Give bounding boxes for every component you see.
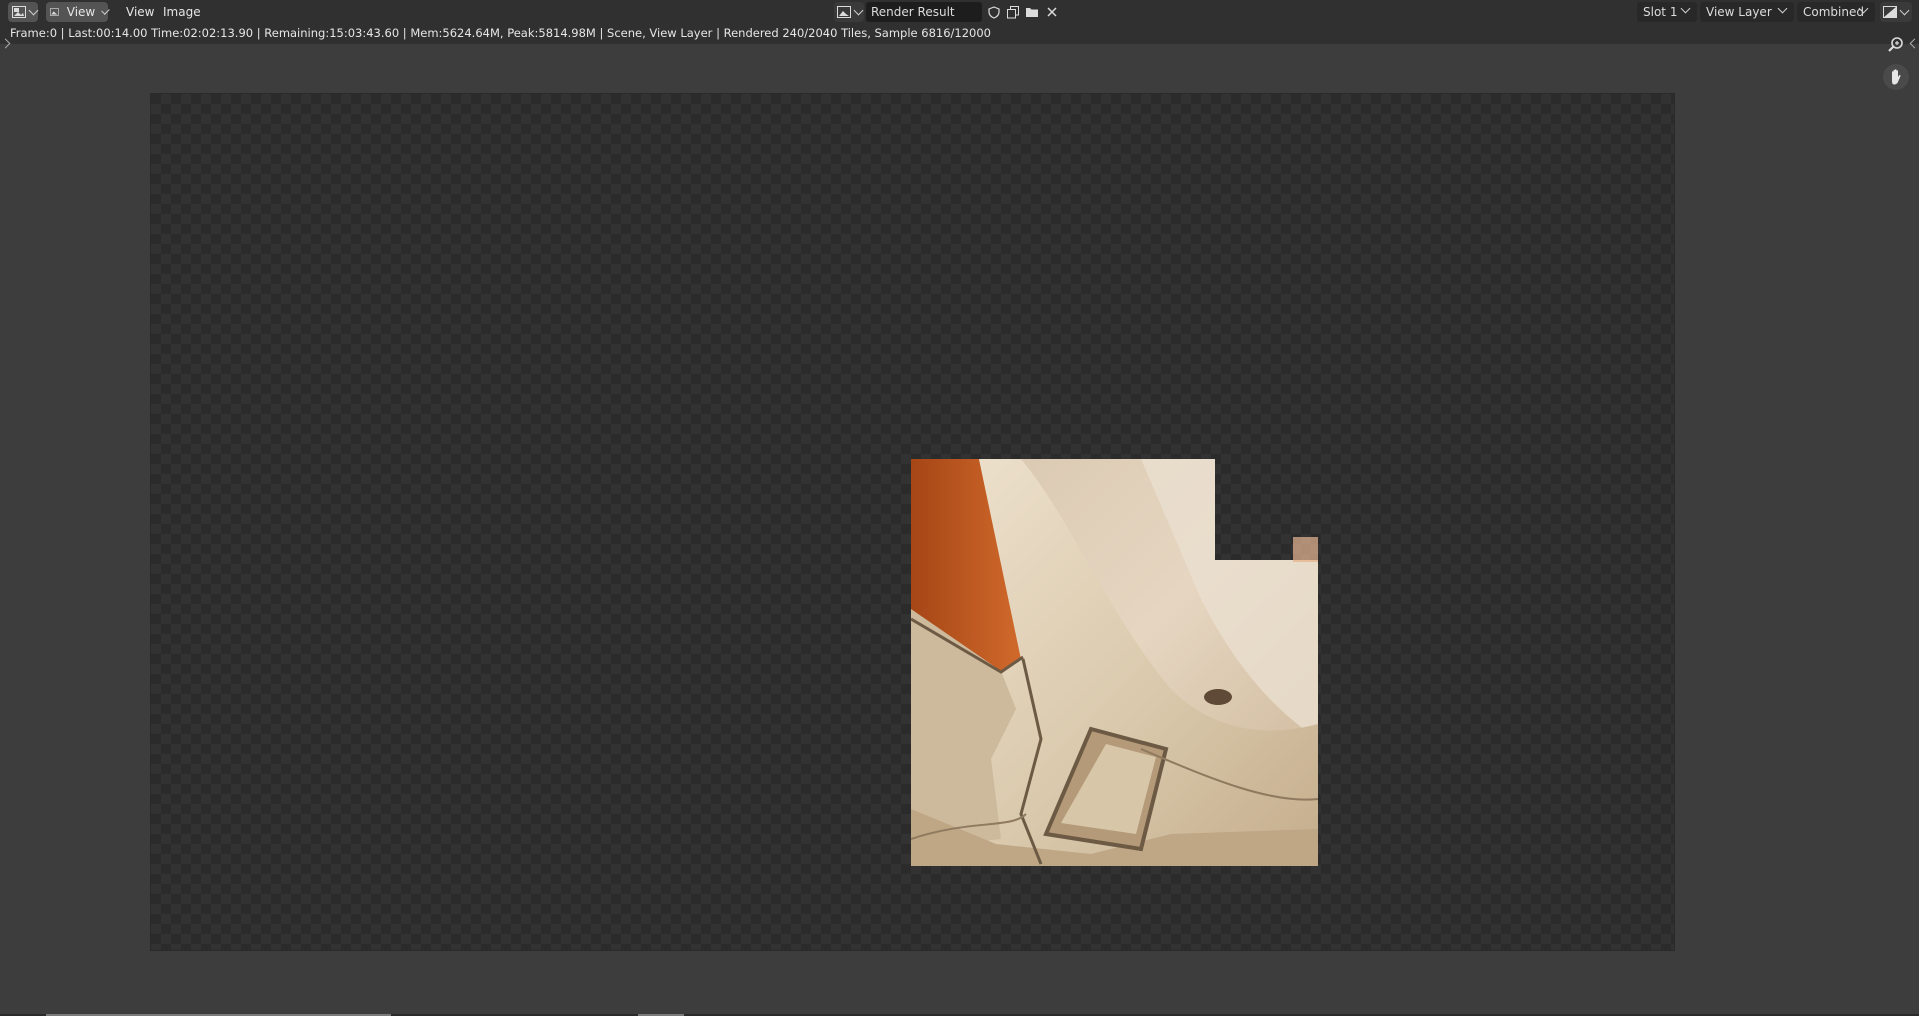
chevron-down-icon bbox=[1777, 3, 1788, 14]
render-pass-dropdown[interactable]: Combined bbox=[1797, 2, 1875, 22]
display-channels-icon bbox=[1883, 6, 1897, 18]
editor-type-button[interactable] bbox=[8, 2, 39, 22]
view-layer-label: View Layer bbox=[1706, 5, 1772, 19]
image-editor-header: View View Image Render Result Slot 1 Vie… bbox=[0, 0, 1919, 24]
image-viewport[interactable] bbox=[0, 37, 1919, 1016]
image-name-field[interactable]: Render Result bbox=[866, 2, 982, 22]
duplicate-icon bbox=[1007, 6, 1019, 19]
rendered-tiles-image bbox=[911, 459, 1318, 866]
view-mode-label: View bbox=[66, 5, 96, 19]
view-layer-dropdown[interactable]: View Layer bbox=[1700, 2, 1794, 22]
image-browse-icon bbox=[837, 6, 851, 18]
pan-button[interactable] bbox=[1883, 64, 1909, 90]
menu-view[interactable]: View bbox=[120, 2, 160, 22]
chevron-down-icon bbox=[1899, 5, 1910, 15]
chevron-down-icon bbox=[28, 5, 39, 15]
open-image-button[interactable] bbox=[1023, 3, 1041, 21]
unlink-image-button[interactable] bbox=[1043, 3, 1061, 21]
chevron-down-icon bbox=[101, 5, 110, 15]
menu-image[interactable]: Image bbox=[157, 2, 207, 22]
folder-icon bbox=[1026, 8, 1038, 17]
view-mode-dropdown[interactable]: View bbox=[46, 2, 110, 22]
new-image-button[interactable] bbox=[1004, 3, 1022, 21]
hand-icon bbox=[1892, 69, 1901, 85]
slot-label: Slot 1 bbox=[1643, 5, 1678, 19]
render-status-text: Frame:0 | Last:00:14.00 Time:02:02:13.90… bbox=[10, 26, 992, 40]
image-editor-icon bbox=[12, 6, 26, 18]
display-channels-dropdown[interactable] bbox=[1880, 2, 1912, 22]
chevron-down-icon bbox=[853, 5, 864, 15]
close-icon bbox=[1047, 7, 1057, 17]
render-status-bar: Frame:0 | Last:00:14.00 Time:02:02:13.90… bbox=[0, 24, 1919, 44]
slot-dropdown[interactable]: Slot 1 bbox=[1637, 2, 1697, 22]
render-canvas[interactable] bbox=[151, 94, 1674, 950]
zoom-button[interactable] bbox=[1883, 32, 1909, 58]
render-pass-label: Combined bbox=[1803, 5, 1864, 19]
image-browse-button[interactable] bbox=[834, 2, 864, 22]
chevron-down-icon bbox=[1680, 3, 1691, 14]
shield-icon bbox=[988, 5, 1000, 19]
fake-user-button[interactable] bbox=[985, 3, 1003, 21]
view-mode-icon bbox=[50, 8, 59, 16]
zoom-icon bbox=[1888, 37, 1903, 52]
